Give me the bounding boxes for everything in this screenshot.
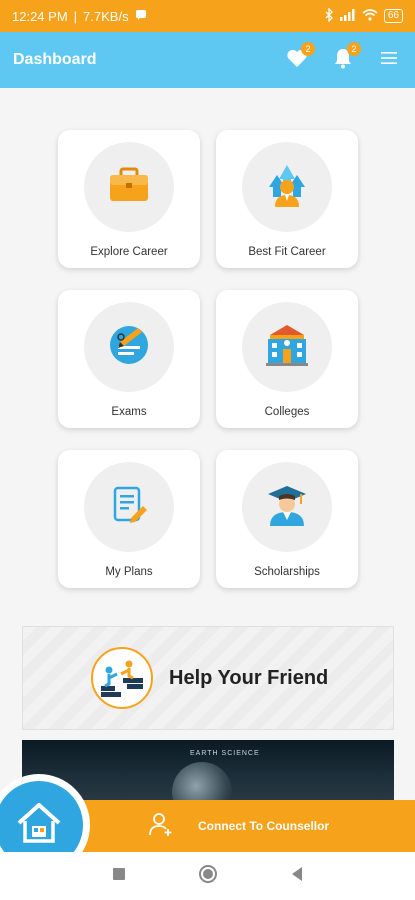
back-icon[interactable] bbox=[290, 866, 304, 887]
card-icon-circle bbox=[84, 142, 174, 232]
card-exams[interactable]: Exams bbox=[58, 290, 200, 428]
status-left: 12:24 PM | 7.7KB/s bbox=[12, 9, 147, 24]
notifications-badge: 2 bbox=[347, 42, 361, 56]
card-label: Exams bbox=[111, 406, 147, 418]
hamburger-icon bbox=[381, 51, 397, 70]
card-label: My Plans bbox=[105, 566, 153, 578]
promo-image-label: EARTH SCIENCE bbox=[190, 750, 260, 757]
menu-button[interactable] bbox=[375, 46, 403, 74]
card-icon-circle bbox=[242, 462, 332, 552]
dashboard-grid: Explore Career Best Fit Career Exams Col… bbox=[58, 130, 358, 588]
recents-icon[interactable] bbox=[112, 867, 126, 886]
card-colleges[interactable]: Colleges bbox=[216, 290, 358, 428]
helping-hand-icon bbox=[91, 647, 153, 709]
card-label: Colleges bbox=[264, 406, 310, 418]
banner-title: Help Your Friend bbox=[169, 666, 329, 689]
wifi-icon bbox=[362, 8, 378, 24]
page-title: Dashboard bbox=[13, 51, 97, 68]
status-right: 66 bbox=[324, 6, 403, 25]
status-divider: | bbox=[73, 8, 78, 24]
card-label: Scholarships bbox=[254, 566, 320, 578]
status-bar: 12:24 PM | 7.7KB/s 66 bbox=[0, 0, 415, 32]
favorites-badge: 2 bbox=[301, 42, 315, 56]
notifications-button[interactable]: 2 bbox=[329, 42, 361, 74]
add-person-icon bbox=[148, 811, 174, 842]
card-label: Best Fit Career bbox=[248, 246, 326, 258]
status-speed: 7.7KB/s bbox=[83, 8, 129, 24]
college-building-icon bbox=[264, 323, 310, 372]
briefcase-icon bbox=[107, 165, 151, 210]
card-icon-circle bbox=[242, 142, 332, 232]
exam-pencil-icon bbox=[106, 322, 152, 373]
card-icon-circle bbox=[84, 302, 174, 392]
app-bar: Dashboard 2 2 bbox=[0, 32, 415, 88]
app-actions: 2 2 bbox=[283, 42, 403, 74]
help-friend-banner[interactable]: Help Your Friend bbox=[22, 626, 394, 730]
graduate-icon bbox=[264, 482, 310, 533]
home-nav-icon[interactable] bbox=[198, 864, 218, 889]
message-icon bbox=[135, 9, 147, 24]
person-arrows-icon bbox=[263, 161, 311, 214]
favorites-button[interactable]: 2 bbox=[283, 42, 315, 74]
status-time: 12:24 PM bbox=[12, 8, 68, 24]
battery-indicator: 66 bbox=[383, 9, 403, 23]
bluetooth-icon bbox=[324, 6, 334, 25]
card-scholarships[interactable]: Scholarships bbox=[216, 450, 358, 588]
document-edit-icon bbox=[109, 484, 149, 531]
signal-icon bbox=[339, 8, 356, 24]
connect-inner: Connect To Counsellor bbox=[148, 811, 329, 842]
home-icon bbox=[15, 801, 63, 850]
globe-graphic bbox=[172, 762, 232, 802]
connect-counsellor-label: Connect To Counsellor bbox=[198, 819, 330, 833]
card-best-fit-career[interactable]: Best Fit Career bbox=[216, 130, 358, 268]
card-label: Explore Career bbox=[90, 246, 168, 258]
card-icon-circle bbox=[84, 462, 174, 552]
card-my-plans[interactable]: My Plans bbox=[58, 450, 200, 588]
system-nav-bar bbox=[0, 852, 415, 900]
card-icon-circle bbox=[242, 302, 332, 392]
card-explore-career[interactable]: Explore Career bbox=[58, 130, 200, 268]
